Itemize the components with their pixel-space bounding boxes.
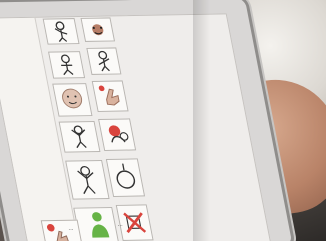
face-icon [62,88,83,109]
hand-point-icon [98,85,120,106]
symbol-card-8[interactable] [98,118,137,151]
hand-stop-icon [46,223,70,241]
symbol-card-6[interactable] [91,80,129,112]
left-card-note: ... [67,225,74,232]
circle-icon [116,163,136,189]
symbol-card-1[interactable] [42,18,80,45]
face-icon [92,24,104,36]
symbol-card-2[interactable] [80,17,116,42]
symbol-card-10[interactable] [105,158,146,197]
photo-scene: ... ... [0,0,326,241]
left-corner-card[interactable] [40,219,84,241]
hand-stop-icon [108,125,129,143]
symbol-card-3[interactable] [48,51,86,79]
small-note: ... [117,221,124,228]
person-icon [98,50,110,72]
person-arms-up-icon [77,165,96,195]
person-arms-up-icon [71,125,87,149]
symbol-card-9[interactable] [65,160,110,200]
symbol-card-5[interactable] [52,83,93,117]
screen-edge-shadow [193,0,210,241]
tablet-device: ... ... [0,0,297,241]
symbol-card-4[interactable] [86,47,122,75]
waving-person-icon [54,21,68,43]
person-icon [60,54,74,76]
symbol-card-7[interactable] [58,121,101,153]
symbol-grid: ... [38,14,269,241]
tablet-screen: ... ... [0,13,272,241]
